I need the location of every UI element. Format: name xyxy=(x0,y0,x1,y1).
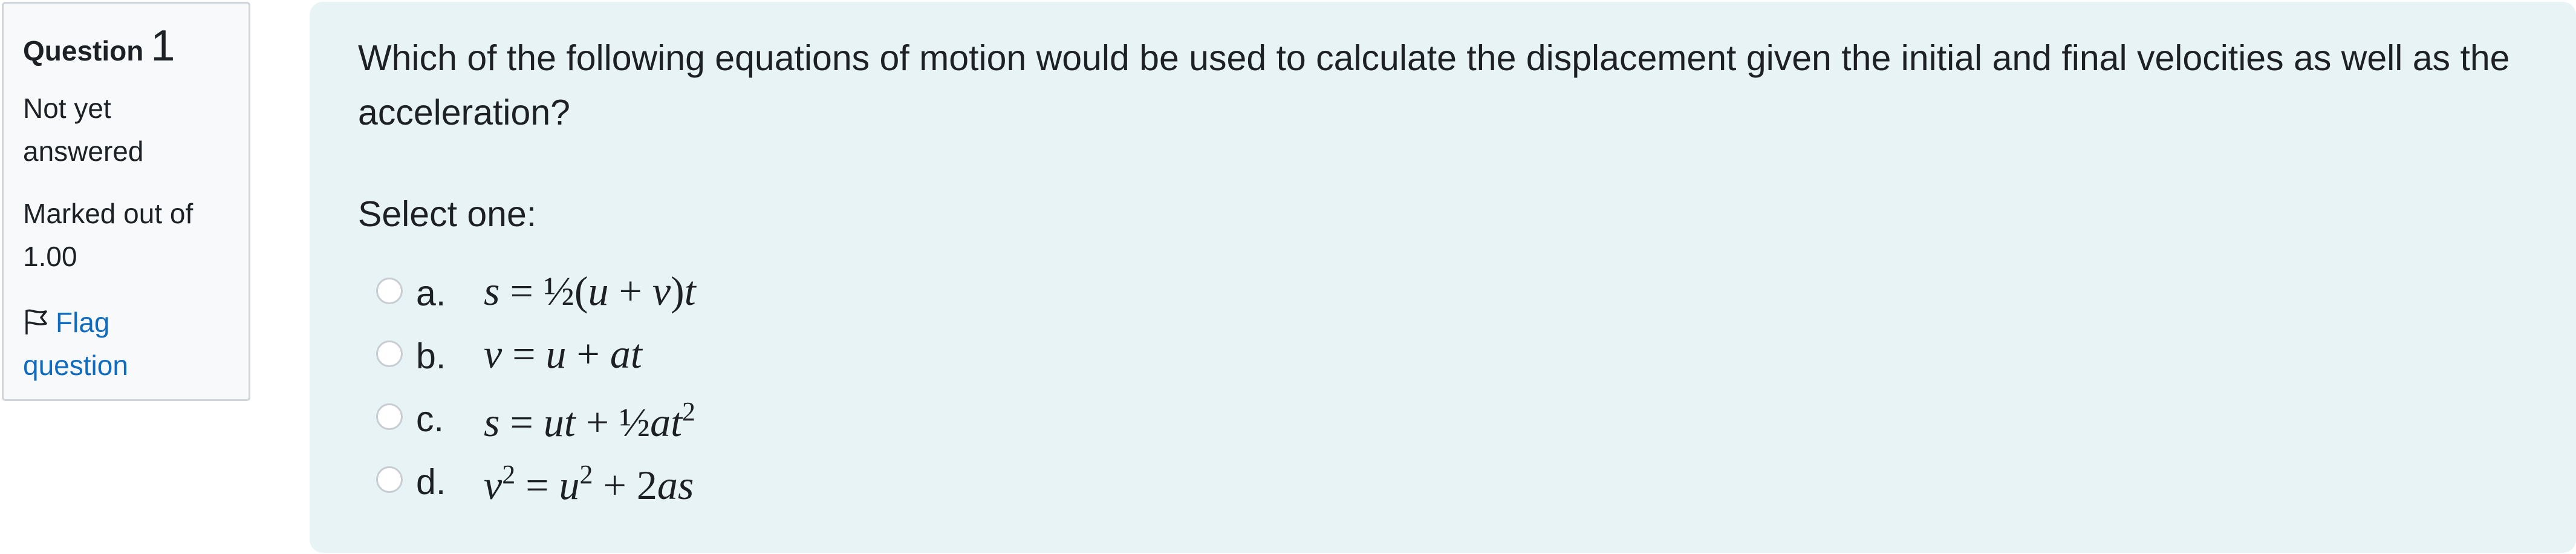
eq-term: u xyxy=(588,268,609,314)
eq-equals: = xyxy=(499,399,544,445)
answer-c-letter: c. xyxy=(416,399,444,439)
answer-a-radio[interactable] xyxy=(376,278,403,304)
flag-outline-icon xyxy=(23,305,50,334)
answer-d-radio[interactable] xyxy=(376,466,403,493)
answer-b-radio[interactable] xyxy=(376,341,403,367)
eq-term: ½ xyxy=(619,399,651,445)
answer-c-equation: s = ut + ½at2 xyxy=(484,385,695,449)
eq-exponent: 2 xyxy=(682,396,695,426)
answer-b-equation: v = u + at xyxy=(484,327,642,381)
eq-term: v xyxy=(484,461,503,508)
eq-term: u xyxy=(545,331,567,377)
eq-term: v xyxy=(652,268,671,314)
eq-equals: = xyxy=(499,268,544,314)
answer-b-letter: b. xyxy=(416,336,446,376)
eq-equals: = xyxy=(502,331,546,377)
answer-option-c[interactable]: c. s = ut + ½at2 xyxy=(376,385,2528,448)
answer-d-letter: d. xyxy=(416,462,446,502)
eq-term: t xyxy=(684,268,696,314)
eq-equals: = xyxy=(515,461,559,508)
eq-term: 2 xyxy=(636,461,657,508)
question-content-panel: Which of the following equations of moti… xyxy=(310,2,2576,553)
eq-term: s xyxy=(484,268,500,314)
answer-d-equation: v2 = u2 + 2as xyxy=(484,448,694,512)
answer-a-letter: a. xyxy=(416,273,446,313)
eq-term: ½( xyxy=(543,268,588,314)
question-number: 1 xyxy=(151,22,175,70)
eq-term: s xyxy=(484,399,500,445)
eq-term: + xyxy=(593,461,637,508)
question-number-heading: Question 1 xyxy=(23,22,249,70)
eq-exponent: 2 xyxy=(502,459,516,489)
eq-term: + xyxy=(575,399,620,445)
eq-term: u xyxy=(559,461,580,508)
answer-option-d[interactable]: d. v2 = u2 + 2as xyxy=(376,448,2528,511)
select-one-prompt: Select one: xyxy=(358,194,537,234)
answer-a-equation: s = ½(u + v)t xyxy=(484,264,696,318)
eq-term: + xyxy=(566,331,610,377)
question-label: Question xyxy=(23,35,144,67)
eq-term: at xyxy=(650,399,682,445)
eq-exponent: 2 xyxy=(579,459,593,489)
answer-option-b[interactable]: b. v = u + at xyxy=(376,322,2528,385)
eq-term: + xyxy=(608,268,652,314)
eq-term: at xyxy=(610,331,642,377)
flag-question-link[interactable]: Flag question xyxy=(23,301,216,387)
quiz-page: Question 1 Not yet answered Marked out of… xyxy=(0,0,2576,554)
answer-c-radio[interactable] xyxy=(376,403,403,430)
question-grade: Marked out of 1.00 xyxy=(23,198,194,272)
question-text: Which of the following equations of moti… xyxy=(358,38,2510,132)
question-state: Not yet answered xyxy=(23,93,144,167)
answer-option-a[interactable]: a. s = ½(u + v)t xyxy=(376,259,2528,322)
eq-term: ) xyxy=(671,268,685,314)
answer-options: a. s = ½(u + v)t b. v = u + at c. s = ut… xyxy=(376,259,2528,511)
question-info-panel: Question 1 Not yet answered Marked out of… xyxy=(2,2,250,401)
eq-term: ut xyxy=(543,399,576,445)
eq-term: v xyxy=(484,331,503,377)
eq-term: as xyxy=(657,461,694,508)
